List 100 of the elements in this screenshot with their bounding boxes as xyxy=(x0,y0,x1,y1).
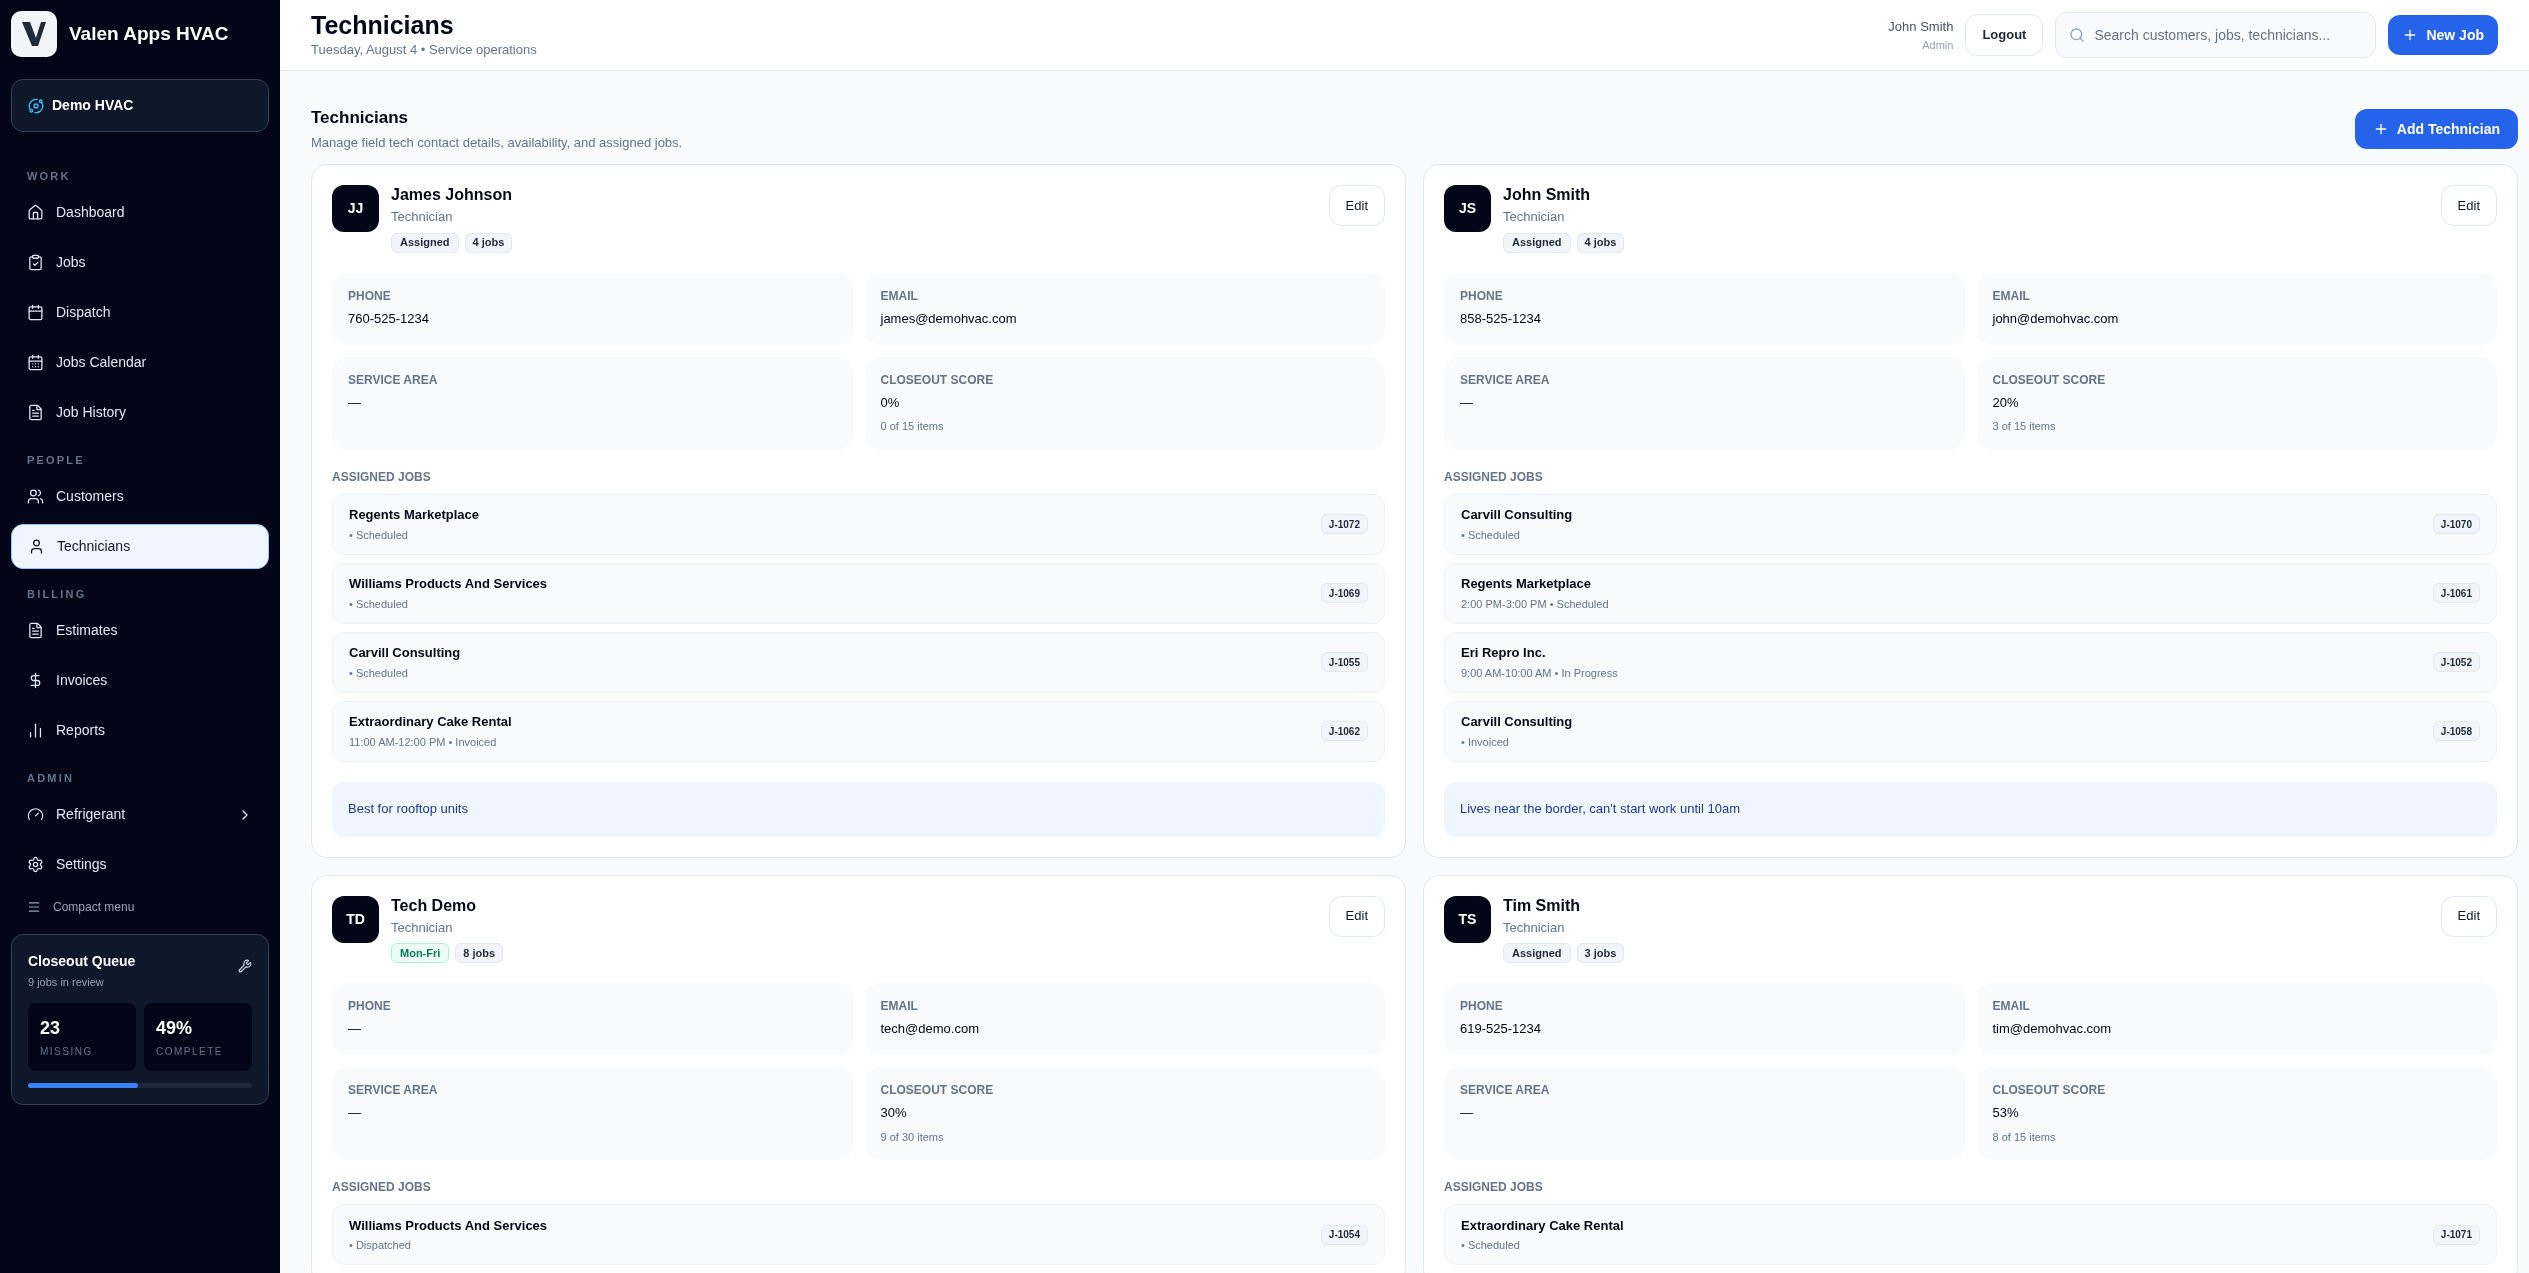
search-icon xyxy=(2069,27,2086,43)
field-label: SERVICE AREA xyxy=(1460,371,1551,389)
add-technician-button[interactable]: Add Technician xyxy=(2354,109,2518,149)
jobs-heading: ASSIGNED JOBS xyxy=(1444,1179,1544,1196)
technician-name: James Johnson xyxy=(391,185,513,205)
logout-button[interactable]: Logout xyxy=(1965,14,2044,56)
job-meta: • Scheduled xyxy=(349,596,409,612)
status-badge: Assigned xyxy=(391,232,459,253)
job-customer: Eri Repro Inc. xyxy=(1461,644,1547,662)
nav-item[interactable]: Dispatch xyxy=(11,290,269,335)
field-value: 30% xyxy=(880,1104,908,1122)
nav-item[interactable]: Estimates xyxy=(11,608,269,653)
field-detail: 0 of 15 items xyxy=(880,419,945,434)
field-label: SERVICE AREA xyxy=(348,1082,439,1099)
nav-item[interactable]: Dashboard xyxy=(11,190,269,235)
job-row[interactable]: Regents Marketplace 2:00 PM-3:00 PM • Scheduled J-1061 xyxy=(1444,562,2497,624)
job-row[interactable]: Carvill Consulting • Scheduled J-1070 xyxy=(1444,493,2497,555)
field-value: 858-525-1234 xyxy=(1460,309,1542,328)
nav-item[interactable]: Settings xyxy=(11,842,269,887)
clipboard-icon xyxy=(27,254,44,271)
field-label: PHONE xyxy=(348,287,392,305)
section-description: Manage field tech contact details, availability, and assigned jobs. xyxy=(311,133,684,152)
nav-item[interactable]: Technicians xyxy=(11,524,269,569)
field-value: 20% xyxy=(1992,393,2020,412)
stat-label: MISSING xyxy=(40,1044,94,1059)
job-row[interactable]: Eri Repro Inc. 9:00 AM-10:00 AM • In Progress J-1052 xyxy=(1444,631,2497,693)
avatar: TD xyxy=(332,895,379,943)
field-value: tim@demohvac.com xyxy=(1992,1020,2113,1038)
field-label: PHONE xyxy=(1460,998,1504,1015)
field-value: — xyxy=(1460,393,1474,412)
field-label: PHONE xyxy=(1460,287,1504,305)
edit-button[interactable]: Edit xyxy=(1328,895,1385,937)
section-title: Technicians xyxy=(311,107,409,129)
field-label: CLOSEOUT SCORE xyxy=(880,371,995,389)
job-row[interactable]: Williams Products And Services • Dispatched J-1054 xyxy=(332,1204,1385,1265)
edit-button[interactable]: Edit xyxy=(2440,185,2497,226)
job-row[interactable]: Extraordinary Cake Rental • Scheduled J-1071 xyxy=(1444,1204,2497,1265)
job-row[interactable]: Carvill Consulting • Invoiced J-1058 xyxy=(1444,700,2497,762)
edit-button[interactable]: Edit xyxy=(2440,895,2497,937)
field-label: SERVICE AREA xyxy=(348,371,439,389)
job-customer: Williams Products And Services xyxy=(349,575,549,593)
jobs-heading: ASSIGNED JOBS xyxy=(332,468,432,486)
new-job-button[interactable]: New Job xyxy=(2388,15,2498,55)
field-value: — xyxy=(348,1104,362,1122)
card-title: Closeout Queue xyxy=(28,952,136,971)
job-meta: • Scheduled xyxy=(1461,527,1521,543)
nav-item[interactable]: Invoices xyxy=(11,658,269,703)
document-icon xyxy=(27,404,44,421)
job-id-badge: J-1071 xyxy=(2432,1224,2480,1245)
status-badge: Mon-Fri xyxy=(391,943,450,963)
nav-item[interactable]: Jobs xyxy=(11,240,269,285)
avatar: TS xyxy=(1444,895,1491,943)
field-label: EMAIL xyxy=(880,287,919,305)
brand-name: Valen Apps HVAC xyxy=(69,21,229,46)
nav-item[interactable]: Customers xyxy=(11,474,269,519)
field-value: 0% xyxy=(880,393,901,412)
status-badge: Assigned xyxy=(1503,943,1571,963)
field-detail: 8 of 15 items xyxy=(1992,1129,2057,1145)
field-label: CLOSEOUT SCORE xyxy=(1992,371,2107,389)
status-badge: Assigned xyxy=(1503,232,1571,253)
technician-role: Technician xyxy=(1503,918,1566,937)
settings-icon xyxy=(27,856,44,873)
job-row[interactable]: Carvill Consulting • Scheduled J-1055 xyxy=(332,631,1385,693)
job-meta: 2:00 PM-3:00 PM • Scheduled xyxy=(1461,596,1610,612)
field-value: — xyxy=(348,393,362,412)
job-meta: • Scheduled xyxy=(1461,1238,1521,1253)
field-label: EMAIL xyxy=(880,998,919,1015)
field-detail: 3 of 15 items xyxy=(1992,419,2057,434)
field-value: 760-525-1234 xyxy=(348,309,430,328)
nav-item[interactable]: Jobs Calendar xyxy=(11,340,269,385)
job-row[interactable]: Extraordinary Cake Rental 11:00 AM-12:00 PM • Invoiced J-1062 xyxy=(332,700,1385,762)
bar-chart-icon xyxy=(27,722,44,739)
page-title: Technicians xyxy=(311,10,455,41)
job-row[interactable]: Regents Marketplace • Scheduled J-1072 xyxy=(332,493,1385,555)
job-id-badge: J-1052 xyxy=(2432,652,2480,672)
section-label: BILLING xyxy=(26,586,88,602)
field-label: PHONE xyxy=(348,998,392,1015)
menu-icon xyxy=(27,900,41,914)
technician-name: John Smith xyxy=(1503,185,1592,205)
job-customer: Carvill Consulting xyxy=(1461,713,1574,731)
edit-button[interactable]: Edit xyxy=(1328,185,1385,226)
search-field[interactable]: Search customers, jobs, technicians... xyxy=(2055,12,2377,58)
nav-item[interactable]: Reports xyxy=(11,708,269,753)
field-label: SERVICE AREA xyxy=(1460,1082,1551,1099)
home-icon xyxy=(27,204,44,221)
field-label: EMAIL xyxy=(1992,287,2031,305)
field-value: john@demohvac.com xyxy=(1992,309,2120,328)
job-customer: Extraordinary Cake Rental xyxy=(1461,1216,1625,1235)
job-row[interactable]: Williams Products And Services • Scheduled J-1069 xyxy=(332,562,1385,624)
job-id-badge: J-1069 xyxy=(1320,583,1368,603)
workspace-switcher[interactable]: Demo HVAC xyxy=(11,79,269,132)
note-box: Lives near the border, can't start work until 10am xyxy=(1444,781,2497,837)
nav-item[interactable]: Refrigerant xyxy=(11,792,269,837)
card-subtitle: 9 jobs in review xyxy=(28,975,105,990)
compact-menu-toggle[interactable]: Compact menu xyxy=(11,892,269,922)
technician-role: Technician xyxy=(391,208,454,226)
job-customer: Regents Marketplace xyxy=(349,506,481,524)
job-meta: • Scheduled xyxy=(349,665,409,681)
job-meta: 9:00 AM-10:00 AM • In Progress xyxy=(1461,665,1619,681)
nav-item[interactable]: Job History xyxy=(11,390,269,435)
